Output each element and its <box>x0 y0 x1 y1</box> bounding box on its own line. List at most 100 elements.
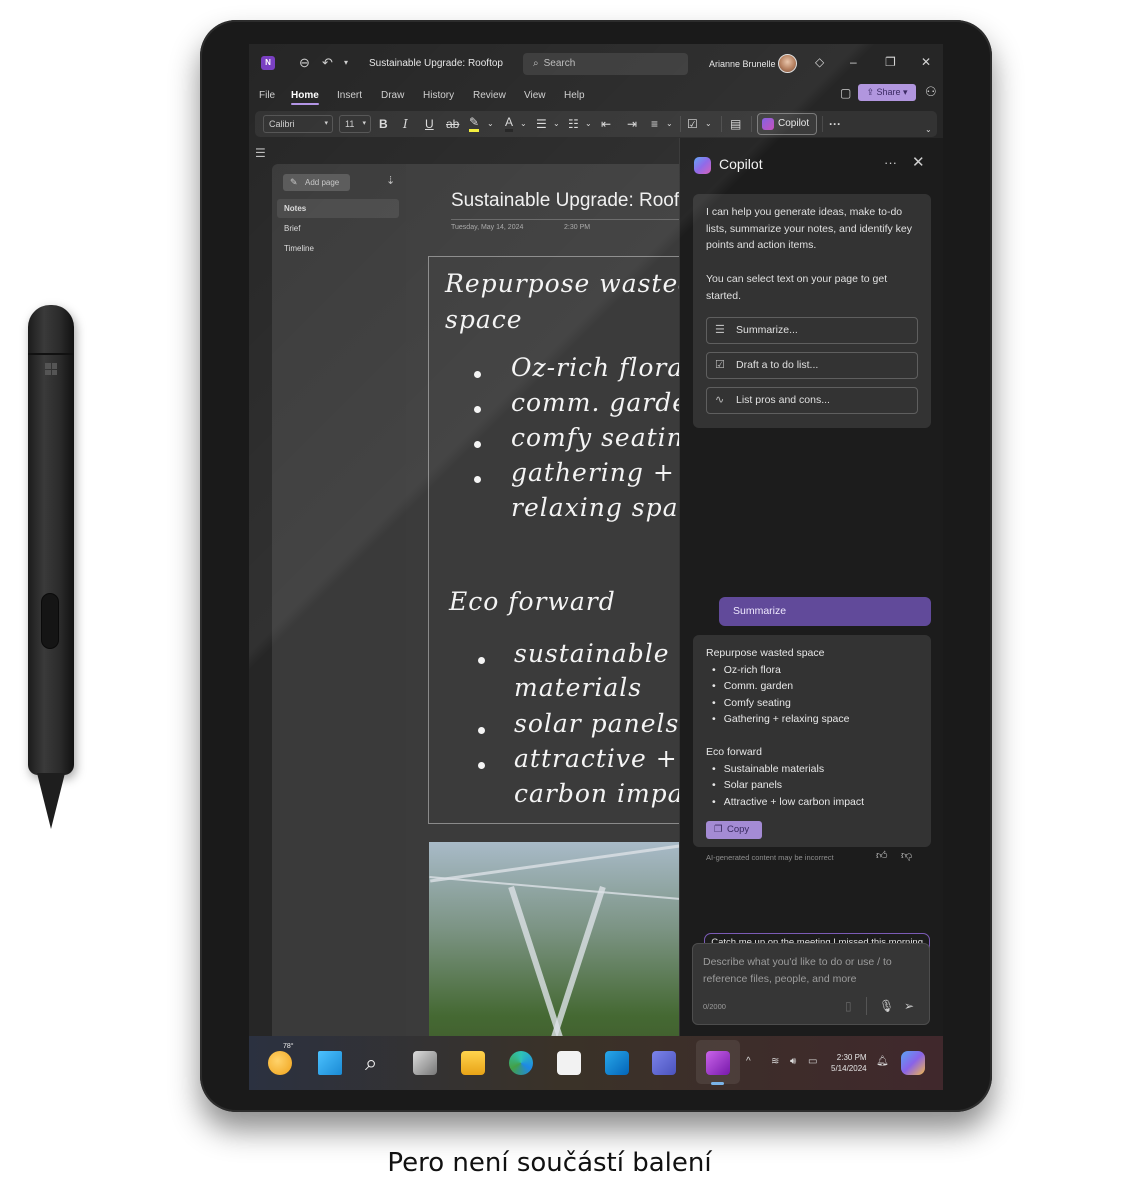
copilot-ribbon-button[interactable]: Copilot <box>757 113 817 135</box>
suggestion-summarize[interactable]: ☰ Summarize... <box>706 317 918 344</box>
sticky-note-icon[interactable]: ▢ <box>840 86 851 100</box>
bullet-list-icon[interactable]: ☰ <box>536 116 547 132</box>
menu-file[interactable]: File <box>259 90 275 101</box>
indent-icon[interactable]: ⇥ <box>627 116 637 132</box>
thumbs-down-icon[interactable]: 👎︎ <box>901 849 912 862</box>
menu-history[interactable]: History <box>423 90 454 101</box>
thumbs-up-icon[interactable]: 👍︎ <box>876 849 888 862</box>
menu-review[interactable]: Review <box>473 90 506 101</box>
chevron-down-icon[interactable]: ⌄ <box>553 116 560 132</box>
photo-beam <box>429 876 679 900</box>
align-icon[interactable]: ≡ <box>651 116 658 132</box>
microphone-icon[interactable]: 🎙︎ <box>879 999 894 1013</box>
ink-list-item: carbon impact <box>514 779 679 808</box>
chevron-down-icon[interactable]: ⌄ <box>520 116 527 132</box>
start-button[interactable] <box>318 1051 342 1075</box>
task-view-icon[interactable] <box>413 1051 437 1075</box>
wifi-icon[interactable]: ≋ <box>771 1056 779 1067</box>
response-list-item: Oz-rich flora <box>712 664 781 676</box>
page-item-timeline[interactable]: Timeline <box>277 239 399 258</box>
tag-checkbox-star-icon[interactable]: ☑ <box>687 116 698 132</box>
font-color-icon[interactable]: A <box>505 116 514 132</box>
page-item-notes[interactable]: Notes <box>277 199 399 218</box>
ink-list-item: solar panels <box>514 709 679 738</box>
premium-diamond-icon[interactable]: ◇ <box>815 55 824 69</box>
send-icon[interactable]: ➢ <box>904 999 914 1013</box>
suggestion-draft-todo[interactable]: ☑ Draft a to do list... <box>706 352 918 379</box>
italic-button[interactable]: I <box>403 116 408 132</box>
copy-button[interactable]: ❐ Copy <box>706 821 762 839</box>
ink-bullet <box>474 441 481 448</box>
highlight-icon[interactable]: ✎ <box>469 116 480 132</box>
ink-heading: Eco forward <box>449 587 616 616</box>
more-options-icon[interactable]: ··· <box>884 155 897 170</box>
sort-icon[interactable]: ⇣ <box>386 174 395 187</box>
teams-icon[interactable] <box>652 1051 676 1075</box>
suggestion-pros-cons[interactable]: ∿ List pros and cons... <box>706 387 918 414</box>
menu-insert[interactable]: Insert <box>337 90 362 101</box>
copilot-prompt-input[interactable]: Describe what you'd like to do or use / … <box>692 943 930 1025</box>
close-icon[interactable]: ✕ <box>912 153 925 171</box>
underline-button[interactable]: U <box>425 116 434 132</box>
undo-icon[interactable]: ↶ <box>322 55 333 71</box>
ink-bullet <box>478 762 485 769</box>
page-title[interactable]: Sustainable Upgrade: Rooftop <box>451 190 679 212</box>
clock-date: 5/14/2024 <box>831 1064 867 1073</box>
clock-time: 2:30 PM <box>836 1053 867 1062</box>
chevron-down-icon[interactable]: ⌄ <box>666 116 673 132</box>
chevron-down-icon[interactable]: ⌄ <box>487 116 494 132</box>
edge-icon[interactable] <box>509 1051 533 1075</box>
attach-page-icon[interactable]: ▯ <box>845 999 852 1013</box>
font-name-value: Calibri <box>269 119 295 129</box>
hamburger-menu-icon[interactable]: ☰ <box>255 146 266 160</box>
ribbon-expand-icon[interactable]: ⌄ <box>925 122 932 138</box>
strikethrough-button[interactable]: ab <box>446 116 459 132</box>
search-icon[interactable]: ⌕ <box>365 1051 389 1075</box>
menu-view[interactable]: View <box>524 90 546 101</box>
restore-button[interactable]: ❐ <box>885 55 896 69</box>
back-icon[interactable]: ⊖ <box>299 55 310 71</box>
menu-help[interactable]: Help <box>564 90 585 101</box>
present-icon[interactable]: ⚇ <box>925 84 937 100</box>
share-button[interactable]: ⇪ Share ▾ <box>858 84 916 101</box>
note-canvas[interactable]: Sustainable Upgrade: Rooftop Tuesday, Ma… <box>406 164 679 1090</box>
chevron-down-icon[interactable]: ⌄ <box>585 116 592 132</box>
close-button[interactable]: ✕ <box>921 55 931 69</box>
font-name-select[interactable]: Calibri ▾ <box>263 115 333 133</box>
more-options-button[interactable]: ··· <box>829 116 841 132</box>
volume-icon[interactable]: 🔊︎ <box>790 1056 796 1067</box>
ink-container[interactable]: Repurpose wasted space Oz-rich flora com… <box>428 256 679 824</box>
minimize-button[interactable]: – <box>850 55 857 69</box>
quick-access-dropdown-icon[interactable]: ▾ <box>344 55 348 71</box>
outdent-icon[interactable]: ⇤ <box>601 116 611 132</box>
file-explorer-icon[interactable] <box>461 1051 485 1075</box>
add-page-button[interactable]: ✎ Add page <box>283 174 350 191</box>
avatar[interactable] <box>778 54 797 73</box>
search-icon: ⌕ <box>533 58 539 69</box>
ink-bullet <box>478 727 485 734</box>
numbered-list-icon[interactable]: ☷ <box>568 116 579 132</box>
menu-home[interactable]: Home <box>291 90 319 105</box>
page-item-brief[interactable]: Brief <box>277 219 399 238</box>
taskbar-clock[interactable]: 2:30 PM 5/14/2024 <box>831 1052 867 1074</box>
menu-draw[interactable]: Draw <box>381 90 404 101</box>
font-size-select[interactable]: 11 ▾ <box>339 115 371 133</box>
chevron-up-icon[interactable]: ^ <box>746 1056 751 1067</box>
search-input[interactable]: ⌕ Search <box>523 53 688 75</box>
store-icon[interactable] <box>557 1051 581 1075</box>
onenote-icon[interactable] <box>706 1051 730 1075</box>
notification-bell-icon[interactable]: 🔔︎ <box>876 1056 889 1067</box>
battery-icon[interactable]: ▭ <box>808 1056 817 1067</box>
meeting-details-icon[interactable]: ▤ <box>730 116 741 132</box>
copilot-taskbar-icon[interactable] <box>901 1051 925 1075</box>
outlook-icon[interactable] <box>605 1051 629 1075</box>
ink-heading: space <box>445 305 523 334</box>
prompt-placeholder: Describe what you'd like to do or use / … <box>703 956 892 985</box>
user-name[interactable]: Arianne Brunelle <box>709 59 776 69</box>
response-list-item: Comfy seating <box>712 697 791 709</box>
weather-icon[interactable] <box>268 1051 292 1075</box>
ink-bullet <box>474 371 481 378</box>
chevron-down-icon[interactable]: ⌄ <box>705 116 712 132</box>
bold-button[interactable]: B <box>379 116 388 132</box>
ink-bullet <box>474 476 481 483</box>
